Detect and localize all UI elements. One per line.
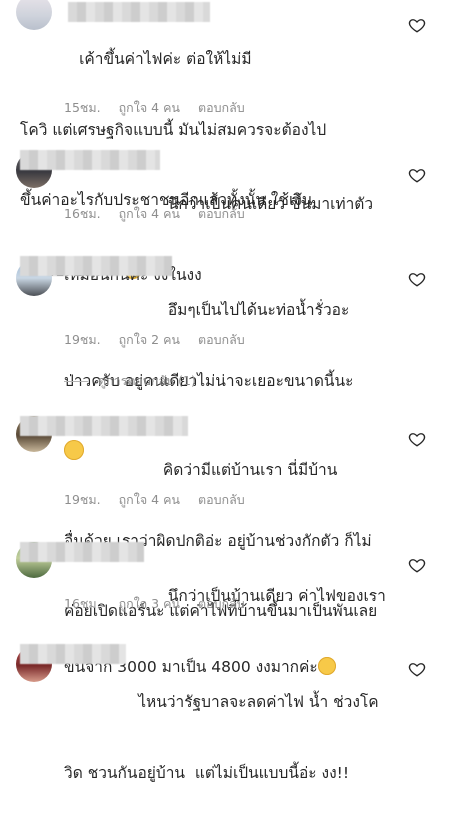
heart-outline-icon[interactable] — [408, 430, 426, 448]
comment-line: เค้าขึ้นค่าไฟค่ะ ต่อให้ไม่มี — [20, 50, 252, 68]
comment-line: อึมๆเป็นไปได้นะท่อน้ำรั่วอะ — [20, 301, 350, 319]
reply-button[interactable]: ตอบกลับ — [198, 98, 245, 118]
comment-time[interactable]: 15ชม. — [64, 98, 101, 118]
reply-button[interactable]: ตอบกลับ — [198, 330, 245, 350]
comment-meta: 16ชม. ถูกใจ 3 คน ตอบกลับ — [64, 594, 245, 614]
reply-button[interactable]: ตอบกลับ — [198, 490, 245, 510]
comment-time[interactable]: 19ชม. — [64, 490, 101, 510]
comment-line: คิดว่ามีแต่บ้านเรา นี่มีบ้าน — [20, 461, 338, 479]
comment-time[interactable]: 19ชม. — [64, 330, 101, 350]
comment-line: วิด ชวนกันอยู่บ้าน แต่ไม่เป็นแบบนี้อ่ะ ง… — [64, 763, 350, 782]
divider — [64, 380, 88, 382]
heart-outline-icon[interactable] — [408, 660, 426, 678]
comment-meta: 16ชม. ถูกใจ 4 คน ตอบกลับ — [64, 204, 245, 224]
comment-meta: 19ชม. ถูกใจ 4 คน ตอบกลับ — [64, 490, 245, 510]
view-replies-label: ดูการตอบกลับ (1) — [98, 373, 196, 388]
comment-likes[interactable]: ถูกใจ 4 คน — [119, 204, 180, 224]
view-replies-link[interactable]: ดูการตอบกลับ (1) — [64, 371, 196, 391]
comment-meta: 15ชม. ถูกใจ 4 คน ตอบกลับ — [64, 98, 245, 118]
heart-outline-icon[interactable] — [408, 556, 426, 574]
comment-meta: 19ชม. ถูกใจ 2 คน ตอบกลับ — [64, 330, 245, 350]
comment-time[interactable]: 16ชม. — [64, 204, 101, 224]
comment-line: ไหนว่ารัฐบาลจะลดค่าไฟ น้ำ ช่วงโค — [20, 693, 379, 711]
comment-likes[interactable]: ถูกใจ 4 คน — [119, 98, 180, 118]
comment-time[interactable]: 16ชม. — [64, 594, 101, 614]
heart-outline-icon[interactable] — [408, 270, 426, 288]
comment-likes[interactable]: ถูกใจ 4 คน — [119, 490, 180, 510]
reply-button[interactable]: ตอบกลับ — [198, 594, 245, 614]
heart-outline-icon[interactable] — [408, 16, 426, 34]
comment-likes[interactable]: ถูกใจ 3 คน — [119, 594, 180, 614]
comment-text: ไหนว่ารัฐบาลจะลดค่าไฟ น้ำ ช่วงโค วิด ชวน… — [20, 644, 392, 832]
heart-outline-icon[interactable] — [408, 166, 426, 184]
comment-likes[interactable]: ถูกใจ 2 คน — [119, 330, 180, 350]
reply-button[interactable]: ตอบกลับ — [198, 204, 245, 224]
comment-line: โควิ แต่เศรษฐกิจแบบนี้ มันไม่สมควรจะต้อง… — [20, 120, 327, 139]
